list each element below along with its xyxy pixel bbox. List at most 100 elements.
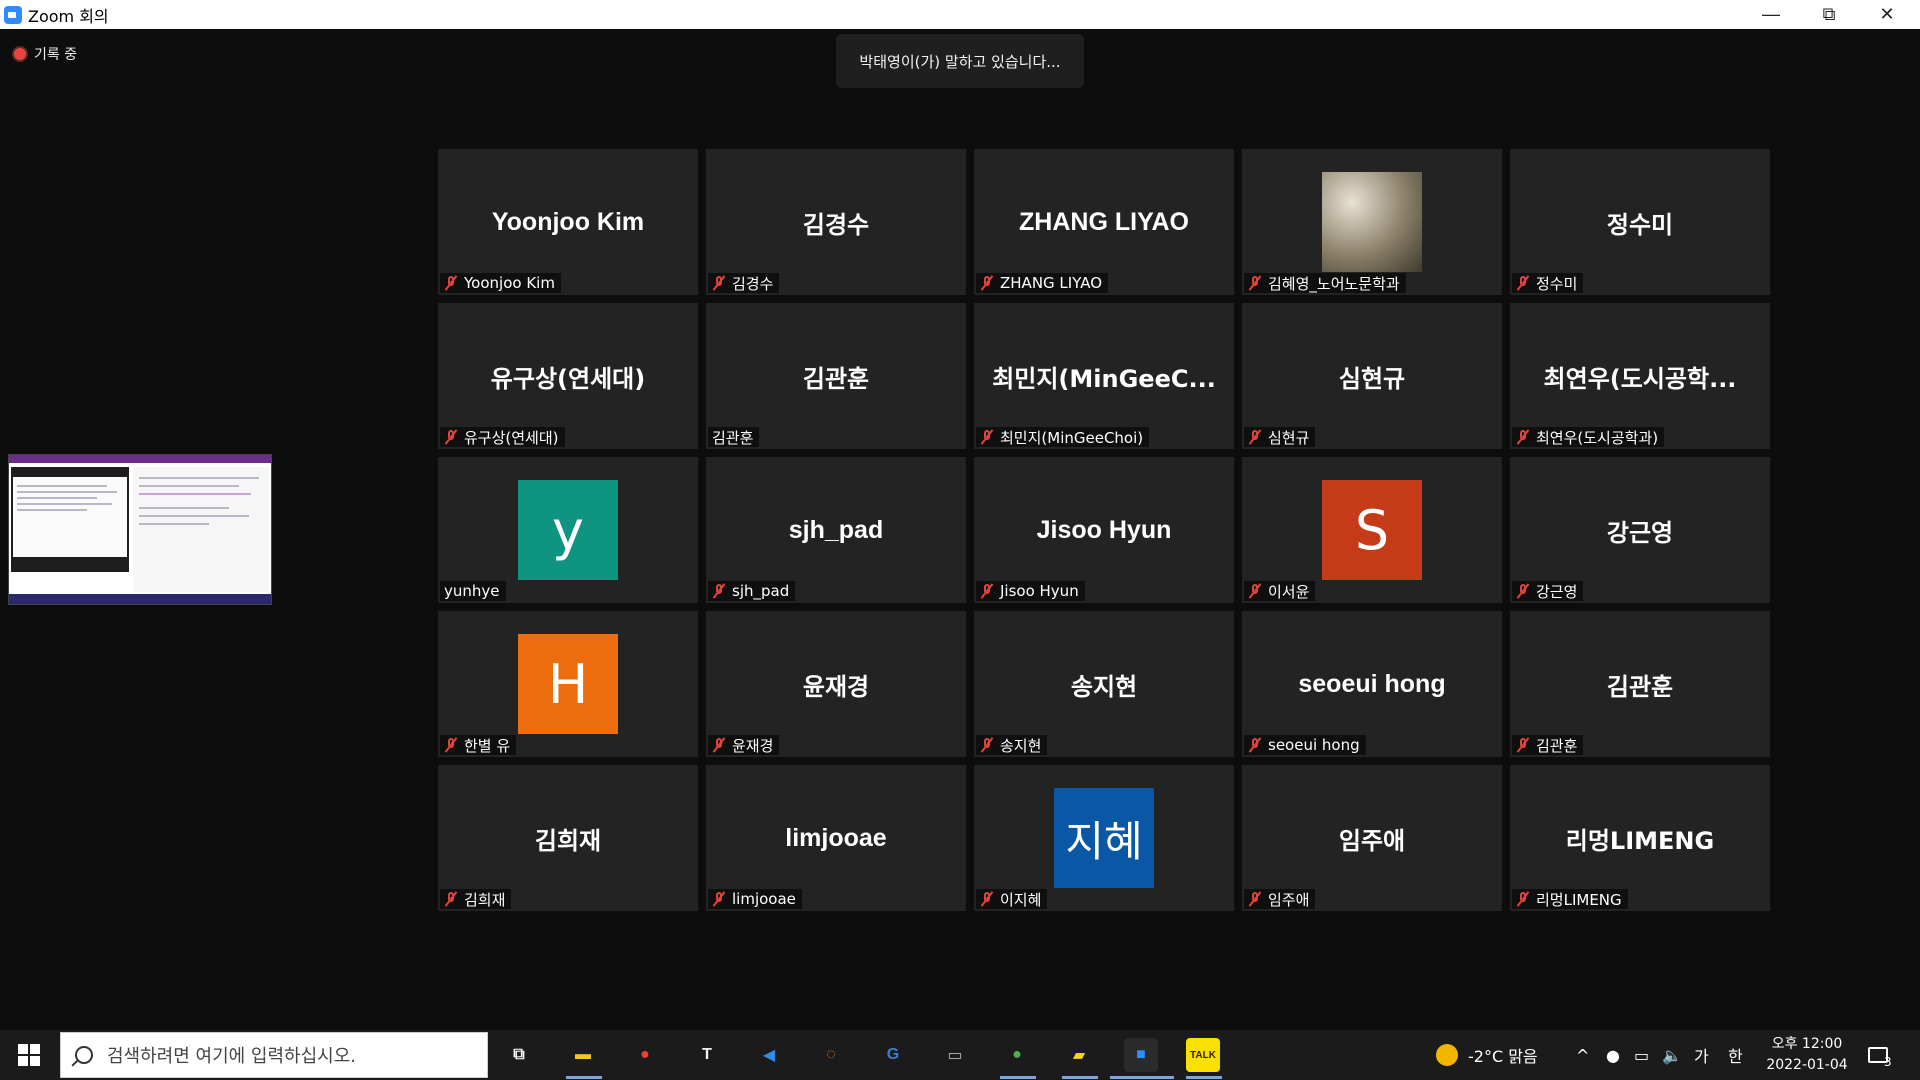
participant-display-name: 강근영 (1606, 518, 1674, 547)
volume-icon[interactable]: 🔈 (1662, 1030, 1682, 1080)
jupyter-icon[interactable]: ◌ (814, 1038, 848, 1072)
muted-microphone-icon (712, 583, 726, 599)
running-app-indicator (1186, 1076, 1222, 1079)
participant-tile[interactable]: 정수미 정수미 (1510, 149, 1770, 295)
close-button[interactable]: ✕ (1858, 0, 1916, 29)
sticky-notes-icon[interactable]: ▰ (1062, 1038, 1096, 1072)
ime-mode-indicator[interactable]: 한 (1728, 1030, 1743, 1080)
battery-icon[interactable]: ▭ (1634, 1030, 1649, 1080)
participant-tile[interactable]: ZHANG LIYAO ZHANG LIYAO (974, 149, 1234, 295)
participant-tile[interactable]: 김희재 김희재 (438, 765, 698, 911)
participant-nameplate: 김경수 (708, 273, 780, 293)
recording-indicator[interactable]: 기록 중 (14, 44, 77, 64)
participant-tile[interactable]: Yoonjoo Kim Yoonjoo Kim (438, 149, 698, 295)
muted-microphone-icon (444, 737, 458, 753)
active-speaker-banner: 박태영이(가) 말하고 있습니다... (836, 34, 1084, 88)
taskbar-search-box[interactable]: 검색하려면 여기에 입력하십시오. (60, 1032, 488, 1078)
running-app-indicator (566, 1076, 602, 1079)
participant-nameplate: 이서윤 (1244, 581, 1316, 601)
minimize-button[interactable]: — (1742, 0, 1800, 29)
file-explorer-icon[interactable]: ▬ (566, 1038, 600, 1072)
clock-time: 오후 12:00 (1771, 1036, 1843, 1052)
participant-tile[interactable]: sjh_pad sjh_pad (706, 457, 966, 603)
running-app-indicator (1110, 1076, 1174, 1079)
vscode-icon[interactable]: ◀ (752, 1038, 786, 1072)
participant-tile[interactable]: y yunhye (438, 457, 698, 603)
chrome-icon[interactable]: ● (628, 1038, 662, 1072)
muted-microphone-icon (1248, 429, 1262, 445)
participant-tile[interactable]: 지혜 이지혜 (974, 765, 1234, 911)
participant-name: 최연우(도시공학과) (1536, 428, 1659, 447)
participant-nameplate: 윤재경 (708, 735, 780, 755)
participant-display-name: 심현규 (1338, 364, 1406, 393)
thumbnail-document (13, 477, 127, 557)
participant-display-name: limjooae (785, 823, 887, 852)
participant-tile[interactable]: 김혜영_노어노문학과 (1242, 149, 1502, 295)
participant-nameplate: 한별 유 (440, 735, 517, 755)
thumbnail-browser-bar (9, 455, 271, 463)
participant-tile[interactable]: 송지현 송지현 (974, 611, 1234, 757)
muted-microphone-icon (444, 275, 458, 291)
participant-tile[interactable]: Jisoo Hyun Jisoo Hyun (974, 457, 1234, 603)
notification-center-button[interactable]: 3 (1868, 1030, 1892, 1080)
muted-microphone-icon (1516, 275, 1530, 291)
participant-display-name: seoeui hong (1298, 669, 1446, 698)
show-hidden-icons-button[interactable]: ^ (1576, 1030, 1589, 1080)
participant-tile[interactable]: H 한별 유 (438, 611, 698, 757)
participant-name: Yoonjoo Kim (464, 274, 555, 292)
participant-tile[interactable]: 최민지(MinGeeC... 최민지(MinGeeChoi) (974, 303, 1234, 449)
start-button[interactable] (18, 1044, 40, 1066)
muted-microphone-icon (1248, 891, 1262, 907)
muted-microphone-icon (444, 891, 458, 907)
participant-tile[interactable]: 리멍LIMENG 리멍LIMENG (1510, 765, 1770, 911)
task-view-icon[interactable]: ⧉ (502, 1038, 536, 1072)
typora-icon[interactable]: T (690, 1038, 724, 1072)
participant-tile[interactable]: 임주애 임주애 (1242, 765, 1502, 911)
restore-button[interactable]: ⧉ (1800, 0, 1858, 29)
terminal-icon[interactable]: ▭ (938, 1038, 972, 1072)
muted-microphone-icon (712, 275, 726, 291)
chrome-profile-icon[interactable]: ● (1000, 1038, 1034, 1072)
participant-nameplate: Yoonjoo Kim (440, 273, 561, 293)
participant-name: ZHANG LIYAO (1000, 274, 1103, 292)
search-placeholder: 검색하려면 여기에 입력하십시오. (107, 1046, 357, 1067)
participant-tile[interactable]: 윤재경 윤재경 (706, 611, 966, 757)
participant-display-name: ZHANG LIYAO (1019, 207, 1189, 236)
ime-language-indicator[interactable]: 가 (1694, 1030, 1709, 1080)
participant-tile[interactable]: 심현규 심현규 (1242, 303, 1502, 449)
participant-tile[interactable]: 유구상(연세대) 유구상(연세대) (438, 303, 698, 449)
weather-widget[interactable]: -2°C 맑음 (1436, 1030, 1538, 1080)
dictionary-icon[interactable]: G (876, 1038, 910, 1072)
participant-profile-photo (1322, 172, 1422, 272)
participant-nameplate: yunhye (440, 581, 506, 601)
zoom-icon[interactable]: ■ (1124, 1038, 1158, 1072)
muted-microphone-icon (1248, 583, 1262, 599)
microphone-icon[interactable]: ● (1606, 1030, 1620, 1080)
participant-tile[interactable]: 김관훈 김관훈 (1510, 611, 1770, 757)
participant-tile[interactable]: 김관훈 김관훈 (706, 303, 966, 449)
participant-name: Jisoo Hyun (1000, 582, 1079, 600)
participant-name: 김관훈 (1536, 736, 1578, 755)
participant-tile[interactable]: seoeui hong seoeui hong (1242, 611, 1502, 757)
participant-tile[interactable]: 강근영 강근영 (1510, 457, 1770, 603)
thumbnail-right-window (133, 467, 269, 592)
shared-screen-thumbnail[interactable] (8, 454, 272, 605)
search-icon (75, 1046, 93, 1064)
participant-tile[interactable]: 최연우(도시공학... 최연우(도시공학과) (1510, 303, 1770, 449)
taskbar-clock[interactable]: 오후 12:00 2022-01-04 (1760, 1034, 1854, 1076)
participant-tile[interactable]: 김경수 김경수 (706, 149, 966, 295)
participant-tile[interactable]: limjooae limjooae (706, 765, 966, 911)
participant-nameplate: 임주애 (1244, 889, 1316, 909)
muted-microphone-icon (1516, 891, 1530, 907)
participant-nameplate: seoeui hong (1244, 735, 1366, 755)
participant-nameplate: 유구상(연세대) (440, 427, 565, 447)
kakaotalk-icon[interactable]: TALK (1186, 1038, 1220, 1072)
participant-tile[interactable]: S 이서윤 (1242, 457, 1502, 603)
muted-microphone-icon (712, 891, 726, 907)
participant-name: 김희재 (464, 890, 506, 909)
participant-display-name: 정수미 (1606, 210, 1674, 239)
participant-nameplate: 송지현 (976, 735, 1048, 755)
participant-name: 김관훈 (712, 428, 754, 447)
zoom-app-icon (4, 5, 22, 24)
participant-name: 강근영 (1536, 582, 1578, 601)
